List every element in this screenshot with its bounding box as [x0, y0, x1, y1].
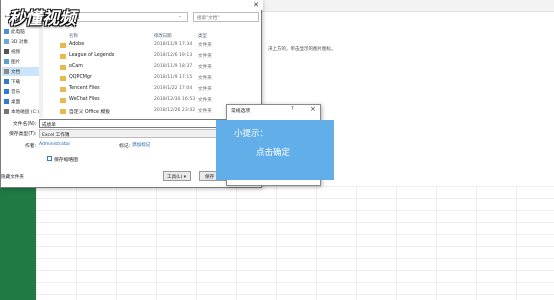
file-type: 文件夹	[198, 76, 212, 81]
author-value[interactable]: Administrator	[39, 142, 70, 147]
sidebar-item-label: 音乐	[11, 89, 21, 95]
sidebar-item[interactable]: 本地磁盘 (C:)	[2, 107, 40, 116]
filetype-value: Excel 工作簿	[42, 132, 70, 138]
search-input[interactable]: 搜索"文档"	[193, 12, 259, 22]
video-icon	[4, 49, 9, 54]
tip-title: 小提示：	[234, 129, 269, 139]
file-date: 2019/1/22 17:04	[154, 86, 193, 91]
file-name: WeChat Files	[69, 97, 100, 102]
tools-label: 工具(L) ▾	[167, 175, 187, 180]
folder-icon	[60, 53, 66, 59]
hide-folders-label: 隐藏文件夹	[1, 175, 24, 180]
close-icon[interactable]: ×	[310, 105, 316, 113]
file-row[interactable]: QQPCMgr 2018/11/9 17:15 文件夹	[45, 73, 259, 83]
file-name: League of Legends	[69, 53, 115, 58]
folder-icon	[60, 108, 66, 114]
file-date: 2018/11/9 18:37	[154, 64, 193, 69]
thumbnail-checkbox[interactable]	[47, 156, 52, 161]
desktop-icon	[4, 99, 9, 104]
chevron-down-icon[interactable]: ⌄	[178, 14, 182, 19]
watermark-logo: 秒懂视频	[8, 4, 98, 30]
picture-icon	[4, 59, 9, 64]
watermark-text: 秒懂视频	[8, 9, 76, 29]
background-hint-text: 决上方的，单击显示的图片图标。	[268, 47, 336, 52]
save-label: 保存	[205, 175, 215, 180]
sidebar-item[interactable]: 文档	[2, 67, 40, 76]
cube-icon	[4, 39, 9, 44]
file-type: 文件夹	[198, 65, 212, 70]
file-date: 2018/11/9 17:15	[154, 75, 193, 80]
column-header-type[interactable]: 类型	[198, 33, 207, 39]
excel-grid	[36, 186, 554, 300]
file-date: 2018/12/30 16:53	[154, 97, 196, 102]
file-name: Tencent Files	[69, 86, 100, 91]
sidebar-item-label: 桌面	[11, 99, 21, 105]
folder-icon	[60, 75, 66, 81]
document-icon	[4, 69, 9, 74]
nav-scrollbar[interactable]	[39, 26, 43, 118]
close-icon[interactable]: ✕	[249, 0, 263, 10]
sidebar-item[interactable]: 桌面	[2, 97, 40, 106]
sidebar-item-label: 视频	[11, 49, 21, 55]
file-name: Adobe	[69, 42, 85, 47]
file-type: 文件夹	[198, 109, 212, 114]
download-icon	[4, 79, 9, 84]
sidebar-item[interactable]: 下载	[2, 77, 40, 86]
sidebar-item-label: 本地磁盘 (C:)	[11, 109, 40, 115]
hide-folders-toggle[interactable]: 隐藏文件夹	[1, 174, 24, 180]
tags-value[interactable]: 添加标记	[132, 142, 150, 148]
folder-icon	[60, 64, 66, 70]
file-type: 文件夹	[198, 87, 212, 92]
file-name: 自定义 Office 模板	[69, 110, 111, 115]
sidebar-item-label: 3D 对象	[11, 39, 29, 45]
dialog-title: 常规选项	[231, 109, 251, 114]
file-type: 文件夹	[198, 54, 212, 59]
music-icon	[4, 89, 9, 94]
filename-label: 文件名(N):	[13, 122, 37, 127]
file-date: 2018/12/6 19:13	[154, 53, 193, 58]
disk-icon	[4, 109, 9, 114]
column-header-date[interactable]: 修改日期	[154, 33, 172, 39]
search-placeholder: 搜索"文档"	[197, 15, 220, 21]
column-header-name[interactable]: 名称	[69, 33, 78, 39]
sidebar-item[interactable]: 3D 对象	[2, 37, 40, 46]
file-row[interactable]: League of Legends 2018/12/6 19:13 文件夹	[45, 51, 259, 61]
tip-body: 点击确定	[256, 148, 291, 158]
file-row[interactable]: Adobe 2018/11/9 17:34 文件夹	[45, 40, 259, 50]
thumbnail-label: 保存缩略图	[54, 158, 78, 163]
folder-icon	[60, 42, 66, 48]
filename-value: 成绩单	[42, 122, 56, 128]
author-label: 作者:	[25, 144, 37, 149]
filetype-label: 保存类型(T):	[9, 132, 37, 137]
file-row[interactable]: Tencent Files 2019/1/22 17:04 文件夹	[45, 84, 259, 94]
folder-icon	[60, 97, 66, 103]
tools-button[interactable]: 工具(L) ▾	[163, 171, 191, 181]
sidebar-item[interactable]: 视频	[2, 47, 40, 56]
folder-icon	[60, 86, 66, 92]
sidebar-item-label: 图片	[11, 59, 21, 65]
sidebar-item[interactable]: 图片	[2, 57, 40, 66]
excel-ribbon	[262, 0, 554, 12]
sidebar-item[interactable]: 音乐	[2, 87, 40, 96]
file-name: QQPCMgr	[69, 75, 92, 80]
file-date: 2018/11/9 17:34	[154, 42, 193, 47]
file-name: oCam	[69, 64, 83, 69]
navigation-pane: 此电脑 3D 对象 视频 图片 文档 下载 音乐 桌面 本地磁盘 (C:)	[1, 26, 41, 118]
sidebar-item-label: 文档	[11, 69, 21, 75]
excel-sidebar	[0, 186, 36, 300]
file-type: 文件夹	[198, 43, 212, 48]
help-icon[interactable]: ?	[291, 106, 294, 112]
file-date: 2018/12/26 23:42	[154, 108, 196, 113]
sidebar-item-label: 下载	[11, 79, 21, 85]
file-type: 文件夹	[198, 98, 212, 103]
file-row[interactable]: oCam 2018/11/9 18:37 文件夹	[45, 62, 259, 72]
tags-label: 标记:	[119, 144, 131, 149]
